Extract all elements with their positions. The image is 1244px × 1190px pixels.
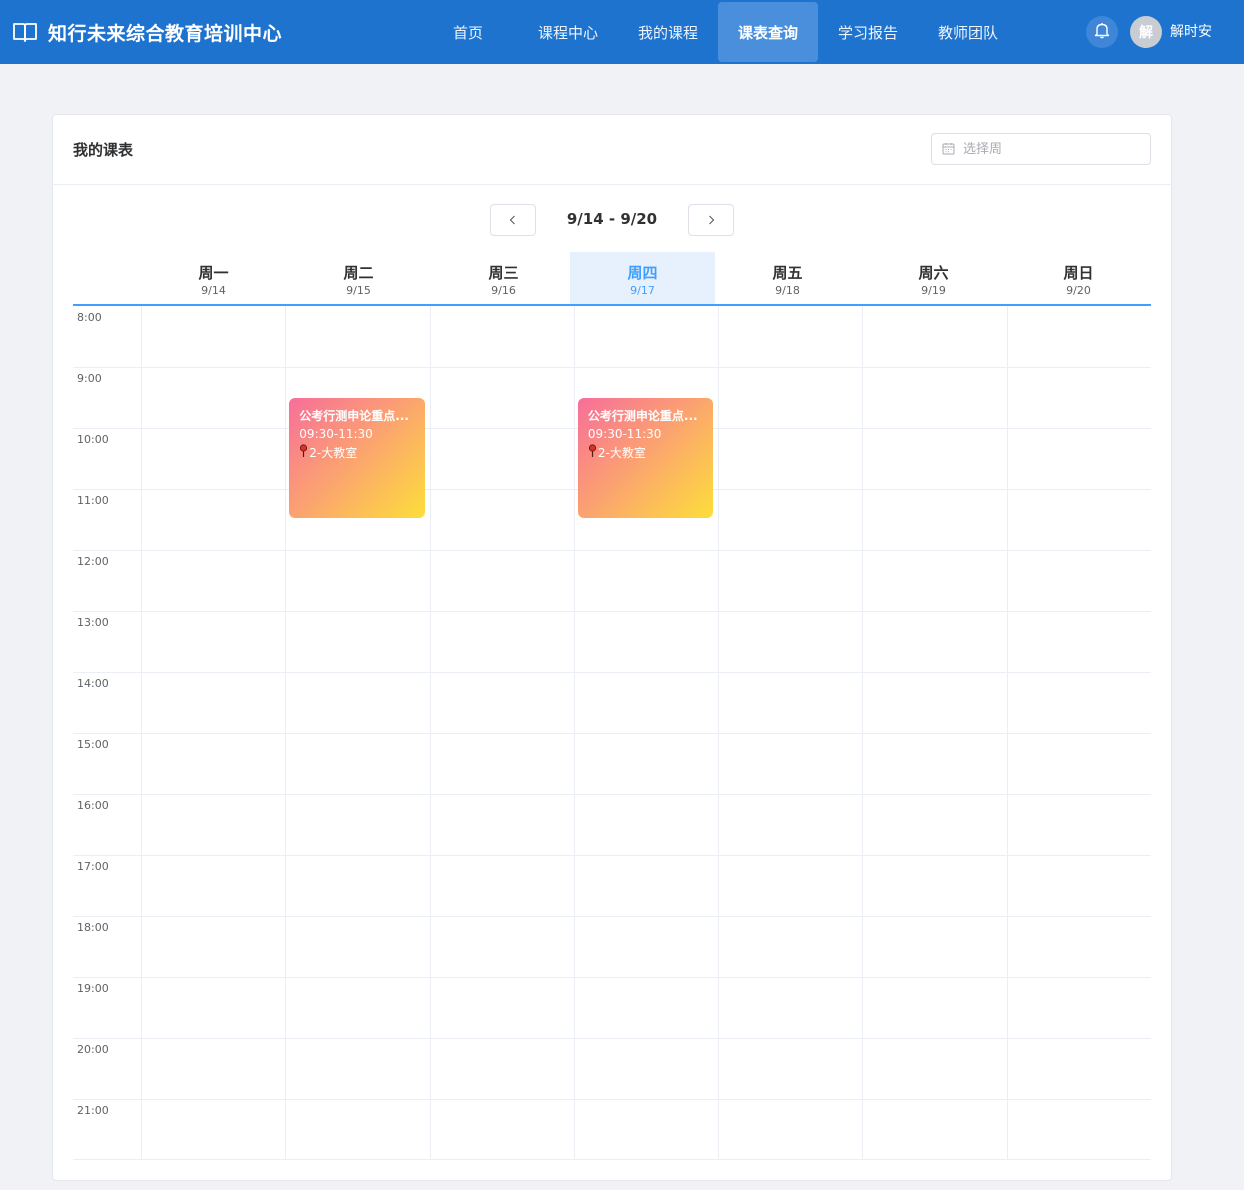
day-date: 9/15 (346, 284, 371, 297)
day-name: 周一 (198, 264, 229, 282)
week-picker[interactable] (931, 133, 1151, 165)
nav-item-my-courses[interactable]: 我的课程 (618, 2, 718, 62)
chevron-right-icon (705, 211, 717, 230)
top-header: 知行未来综合教育培训中心 首页 课程中心 我的课程 课表查询 学习报告 教师团队… (0, 0, 1244, 64)
event-title: 公考行测申论重点... (587, 408, 698, 423)
event-room-label: 2-大教室 (597, 445, 646, 460)
brand[interactable]: 知行未来综合教育培训中心 (12, 0, 282, 64)
event-room: 2-大教室 (299, 443, 414, 463)
day-header-sat: 周六 9/19 (861, 252, 1006, 304)
row-divider (73, 1099, 1151, 1100)
time-label: 19:00 (77, 982, 109, 995)
row-divider (73, 794, 1151, 795)
day-name: 周五 (772, 264, 803, 282)
day-date: 9/16 (491, 284, 516, 297)
prev-week-button[interactable] (490, 204, 536, 236)
time-label: 8:00 (77, 311, 102, 324)
brand-title: 知行未来综合教育培训中心 (48, 22, 283, 45)
event-time: 09:30-11:30 (587, 426, 662, 441)
row-divider (73, 855, 1151, 856)
event-room-label: 2-大教室 (309, 445, 358, 460)
card-header: 我的课表 (53, 115, 1171, 185)
notification-button[interactable] (1086, 16, 1118, 48)
time-label: 14:00 (77, 677, 109, 690)
map-pin-icon (299, 443, 308, 463)
row-divider (73, 367, 1151, 368)
day-name: 周四 (627, 264, 658, 282)
next-week-button[interactable] (688, 204, 734, 236)
course-event[interactable]: 公考行测申论重点... 09:30-11:30 2-大教室 (577, 397, 714, 518)
open-book-icon (12, 21, 38, 43)
map-pin-icon (588, 443, 597, 463)
day-header-tue: 周二 9/15 (286, 252, 431, 304)
calendar-icon (942, 140, 955, 159)
row-divider (73, 916, 1151, 917)
row-divider (73, 611, 1151, 612)
time-label: 17:00 (77, 860, 109, 873)
time-label: 13:00 (77, 616, 109, 629)
event-room: 2-大教室 (588, 443, 703, 463)
row-divider (73, 672, 1151, 673)
row-divider (73, 733, 1151, 734)
day-header-mon: 周一 9/14 (141, 252, 286, 304)
row-divider (73, 977, 1151, 978)
day-name: 周日 (1063, 264, 1094, 282)
day-date: 9/17 (630, 284, 655, 297)
row-divider (73, 1159, 1151, 1160)
nav-item-course-center[interactable]: 课程中心 (518, 2, 618, 62)
day-name: 周六 (918, 264, 949, 282)
week-picker-input[interactable] (963, 141, 1133, 157)
time-label: 20:00 (77, 1043, 109, 1056)
course-event[interactable]: 公考行测申论重点... 09:30-11:30 2-大教室 (289, 397, 425, 518)
day-name: 周三 (488, 264, 519, 282)
time-label: 16:00 (77, 799, 109, 812)
event-title: 公考行测申论重点... (299, 408, 409, 423)
day-header-fri: 周五 9/18 (715, 252, 860, 304)
timetable-grid: 8:00 9:00 10:00 11:00 12:00 13:00 14:00 … (73, 306, 1151, 1160)
time-label: 9:00 (77, 372, 102, 385)
time-label: 11:00 (77, 494, 109, 507)
day-date: 9/14 (201, 284, 226, 297)
time-label: 15:00 (77, 738, 109, 751)
day-header-thu: 周四 9/17 (570, 252, 715, 304)
row-divider (73, 1038, 1151, 1039)
nav-item-schedule[interactable]: 课表查询 (718, 2, 818, 62)
event-time: 09:30-11:30 (299, 426, 373, 441)
day-header-wed: 周三 9/16 (431, 252, 576, 304)
day-date: 9/20 (1066, 284, 1091, 297)
nav-item-teachers[interactable]: 教师团队 (918, 2, 1018, 62)
time-label: 21:00 (77, 1104, 109, 1117)
chevron-left-icon (507, 211, 519, 230)
week-range: 9/14 - 9/20 (566, 210, 658, 228)
time-label: 12:00 (77, 555, 109, 568)
main-nav: 首页 课程中心 我的课程 课表查询 学习报告 教师团队 (418, 2, 1018, 62)
bell-icon (1093, 21, 1111, 43)
day-header-sun: 周日 9/20 (1006, 252, 1151, 304)
day-date: 9/19 (921, 284, 946, 297)
day-date: 9/18 (775, 284, 800, 297)
user-name[interactable]: 解时安 (1170, 0, 1212, 64)
nav-item-home[interactable]: 首页 (418, 2, 518, 62)
row-divider (73, 550, 1151, 551)
day-name: 周二 (343, 264, 374, 282)
card-title: 我的课表 (73, 141, 134, 159)
avatar[interactable]: 解 (1130, 16, 1162, 48)
schedule-card: 我的课表 9/14 - 9/20 周一 9/14 周二 (52, 114, 1172, 1181)
nav-item-study-report[interactable]: 学习报告 (818, 2, 918, 62)
time-label: 18:00 (77, 921, 109, 934)
time-label: 10:00 (77, 433, 109, 446)
